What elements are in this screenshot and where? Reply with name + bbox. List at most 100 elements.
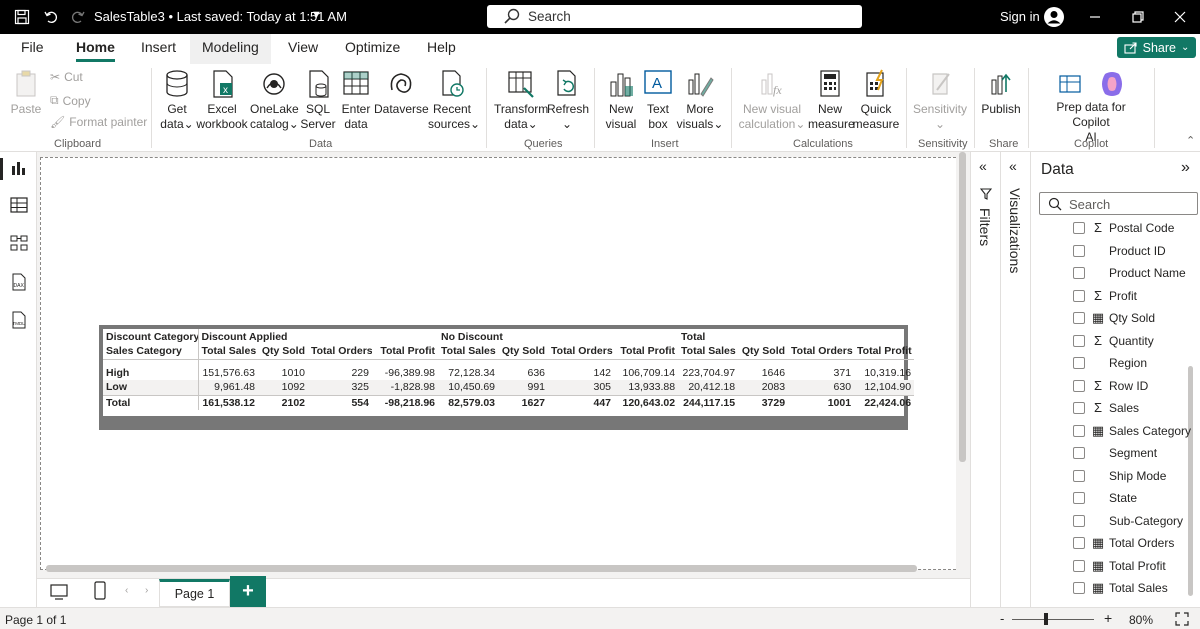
collapse-icon[interactable]: » bbox=[1181, 159, 1190, 177]
copy-button[interactable]: ⧉ Copy bbox=[50, 93, 91, 108]
field-item[interactable]: Region bbox=[1073, 354, 1193, 372]
sign-in-link[interactable]: Sign in bbox=[1000, 9, 1040, 24]
save-icon[interactable] bbox=[12, 7, 32, 27]
field-checkbox[interactable] bbox=[1073, 559, 1085, 572]
horizontal-scrollbar[interactable] bbox=[46, 565, 917, 572]
field-checkbox[interactable] bbox=[1073, 424, 1085, 437]
tab-help[interactable]: Help bbox=[427, 39, 456, 59]
tab-home[interactable]: Home bbox=[76, 39, 115, 62]
matrix-measure-header[interactable]: Total Profit bbox=[854, 344, 914, 359]
matrix-measure-header[interactable]: Qty Sold bbox=[258, 344, 308, 359]
field-checkbox[interactable] bbox=[1073, 357, 1085, 369]
matrix-column-group[interactable]: No Discount bbox=[438, 329, 678, 344]
desktop-layout-icon[interactable] bbox=[49, 583, 69, 601]
field-checkbox[interactable] bbox=[1073, 402, 1085, 414]
expand-icon[interactable]: « bbox=[979, 158, 987, 174]
prep-data-copilot-button[interactable]: Prep data for Copilot AI bbox=[1036, 68, 1146, 145]
matrix-row-label[interactable]: High bbox=[103, 365, 199, 380]
fit-to-page-icon[interactable] bbox=[1175, 612, 1189, 626]
chevron-right-icon[interactable]: › bbox=[145, 585, 148, 596]
matrix-measure-header[interactable]: Total Sales bbox=[198, 344, 258, 359]
publish-button[interactable]: Publish bbox=[980, 68, 1022, 117]
tab-insert[interactable]: Insert bbox=[141, 39, 176, 59]
share-button[interactable]: Share ⌄ bbox=[1117, 37, 1196, 58]
mobile-layout-icon[interactable] bbox=[93, 581, 107, 601]
matrix-row-header[interactable]: Discount Category bbox=[103, 329, 199, 344]
transform-data-button[interactable]: Transform data⌄ bbox=[494, 68, 548, 132]
field-checkbox[interactable] bbox=[1073, 447, 1085, 459]
report-view-icon[interactable] bbox=[9, 158, 29, 178]
zoom-level[interactable]: 80% bbox=[1129, 613, 1153, 627]
field-item[interactable]: Sub-Category bbox=[1073, 512, 1193, 530]
vertical-scrollbar[interactable] bbox=[959, 152, 966, 462]
matrix-row-header[interactable]: Sales Category bbox=[103, 344, 199, 359]
field-checkbox[interactable] bbox=[1073, 492, 1085, 504]
matrix-column-group[interactable]: Total bbox=[678, 329, 914, 344]
table-view-icon[interactable] bbox=[9, 195, 29, 215]
field-item[interactable]: ▦ Qty Sold bbox=[1073, 309, 1193, 327]
tab-view[interactable]: View bbox=[288, 39, 318, 59]
matrix-column-group[interactable]: Discount Applied bbox=[198, 329, 438, 344]
sql-server-button[interactable]: SQL Server bbox=[300, 68, 336, 132]
paste-button[interactable]: Paste bbox=[8, 68, 44, 117]
expand-icon[interactable]: « bbox=[1009, 158, 1017, 174]
data-search-input[interactable]: Search bbox=[1039, 192, 1198, 215]
field-item[interactable]: ▦ Total Profit bbox=[1073, 557, 1193, 575]
field-item[interactable]: Product Name bbox=[1073, 264, 1193, 282]
redo-icon[interactable] bbox=[68, 7, 88, 27]
visualizations-label[interactable]: Visualizations bbox=[1007, 188, 1023, 273]
chevron-left-icon[interactable]: ‹ bbox=[125, 585, 128, 596]
matrix-measure-header[interactable]: Qty Sold bbox=[498, 344, 548, 359]
field-item[interactable]: ▦ Total Orders bbox=[1073, 534, 1193, 552]
field-item[interactable]: Σ Sales bbox=[1073, 399, 1193, 417]
field-item[interactable]: State bbox=[1073, 489, 1193, 507]
matrix-measure-header[interactable]: Total Orders bbox=[308, 344, 372, 359]
zoom-slider-thumb[interactable] bbox=[1044, 613, 1048, 625]
dax-query-view-icon[interactable]: DAX bbox=[9, 272, 29, 292]
matrix-measure-header[interactable]: Total Orders bbox=[788, 344, 854, 359]
field-checkbox[interactable] bbox=[1073, 267, 1085, 279]
tab-modeling[interactable]: Modeling bbox=[190, 34, 271, 64]
field-checkbox[interactable] bbox=[1073, 469, 1085, 482]
page-tab[interactable]: Page 1 bbox=[159, 579, 230, 607]
field-item[interactable]: Σ Profit bbox=[1073, 287, 1193, 305]
tmdl-view-icon[interactable]: TMDL bbox=[9, 310, 29, 330]
field-item[interactable]: Σ Row ID bbox=[1073, 377, 1193, 395]
onelake-catalog-button[interactable]: OneLake catalog⌄ bbox=[250, 68, 299, 132]
excel-workbook-button[interactable]: x Excel workbook bbox=[196, 68, 248, 132]
recent-sources-button[interactable]: Recent sources⌄ bbox=[428, 68, 480, 132]
close-icon[interactable] bbox=[1172, 9, 1188, 25]
field-item[interactable]: Ship Mode bbox=[1073, 467, 1193, 485]
refresh-button[interactable]: Refresh ⌄ bbox=[547, 68, 589, 132]
field-checkbox[interactable] bbox=[1073, 222, 1085, 234]
field-item[interactable]: ▦ Total Sales bbox=[1073, 579, 1193, 597]
global-search-box[interactable]: Search bbox=[487, 5, 862, 28]
filters-pane-collapsed[interactable]: « Filters bbox=[970, 152, 1000, 607]
minimize-icon[interactable] bbox=[1087, 9, 1103, 25]
field-checkbox[interactable] bbox=[1073, 244, 1085, 257]
more-visuals-button[interactable]: More visuals⌄ bbox=[676, 68, 724, 132]
add-page-button[interactable]: + bbox=[230, 576, 266, 607]
field-checkbox[interactable] bbox=[1073, 289, 1085, 302]
field-item[interactable]: Σ Postal Code bbox=[1073, 219, 1193, 237]
field-checkbox[interactable] bbox=[1073, 537, 1085, 549]
quick-measure-button[interactable]: Quick measure bbox=[852, 68, 900, 132]
matrix-measure-header[interactable]: Total Profit bbox=[614, 344, 678, 359]
zoom-slider-track[interactable] bbox=[1012, 619, 1094, 620]
zoom-in-button[interactable]: + bbox=[1104, 610, 1112, 626]
field-checkbox[interactable] bbox=[1073, 312, 1085, 324]
tab-optimize[interactable]: Optimize bbox=[345, 39, 400, 59]
field-checkbox[interactable] bbox=[1073, 582, 1085, 594]
document-title[interactable]: SalesTable3 • Last saved: Today at 1:51 … bbox=[94, 9, 347, 24]
enter-data-button[interactable]: Enter data bbox=[339, 68, 373, 132]
new-visual-calculation-button[interactable]: fx New visual calculation⌄ bbox=[738, 68, 806, 132]
matrix-row-label[interactable]: Total bbox=[103, 394, 199, 410]
matrix-measure-header[interactable]: Total Sales bbox=[678, 344, 738, 359]
matrix-measure-header[interactable]: Total Orders bbox=[548, 344, 614, 359]
chevron-down-icon[interactable]: ▼ bbox=[311, 9, 322, 21]
chevron-up-icon[interactable]: ⌃ bbox=[1186, 134, 1195, 147]
undo-icon[interactable] bbox=[41, 7, 61, 27]
new-measure-button[interactable]: New measure bbox=[808, 68, 855, 132]
model-view-icon[interactable] bbox=[9, 233, 29, 253]
text-box-button[interactable]: A Text box bbox=[641, 68, 675, 132]
